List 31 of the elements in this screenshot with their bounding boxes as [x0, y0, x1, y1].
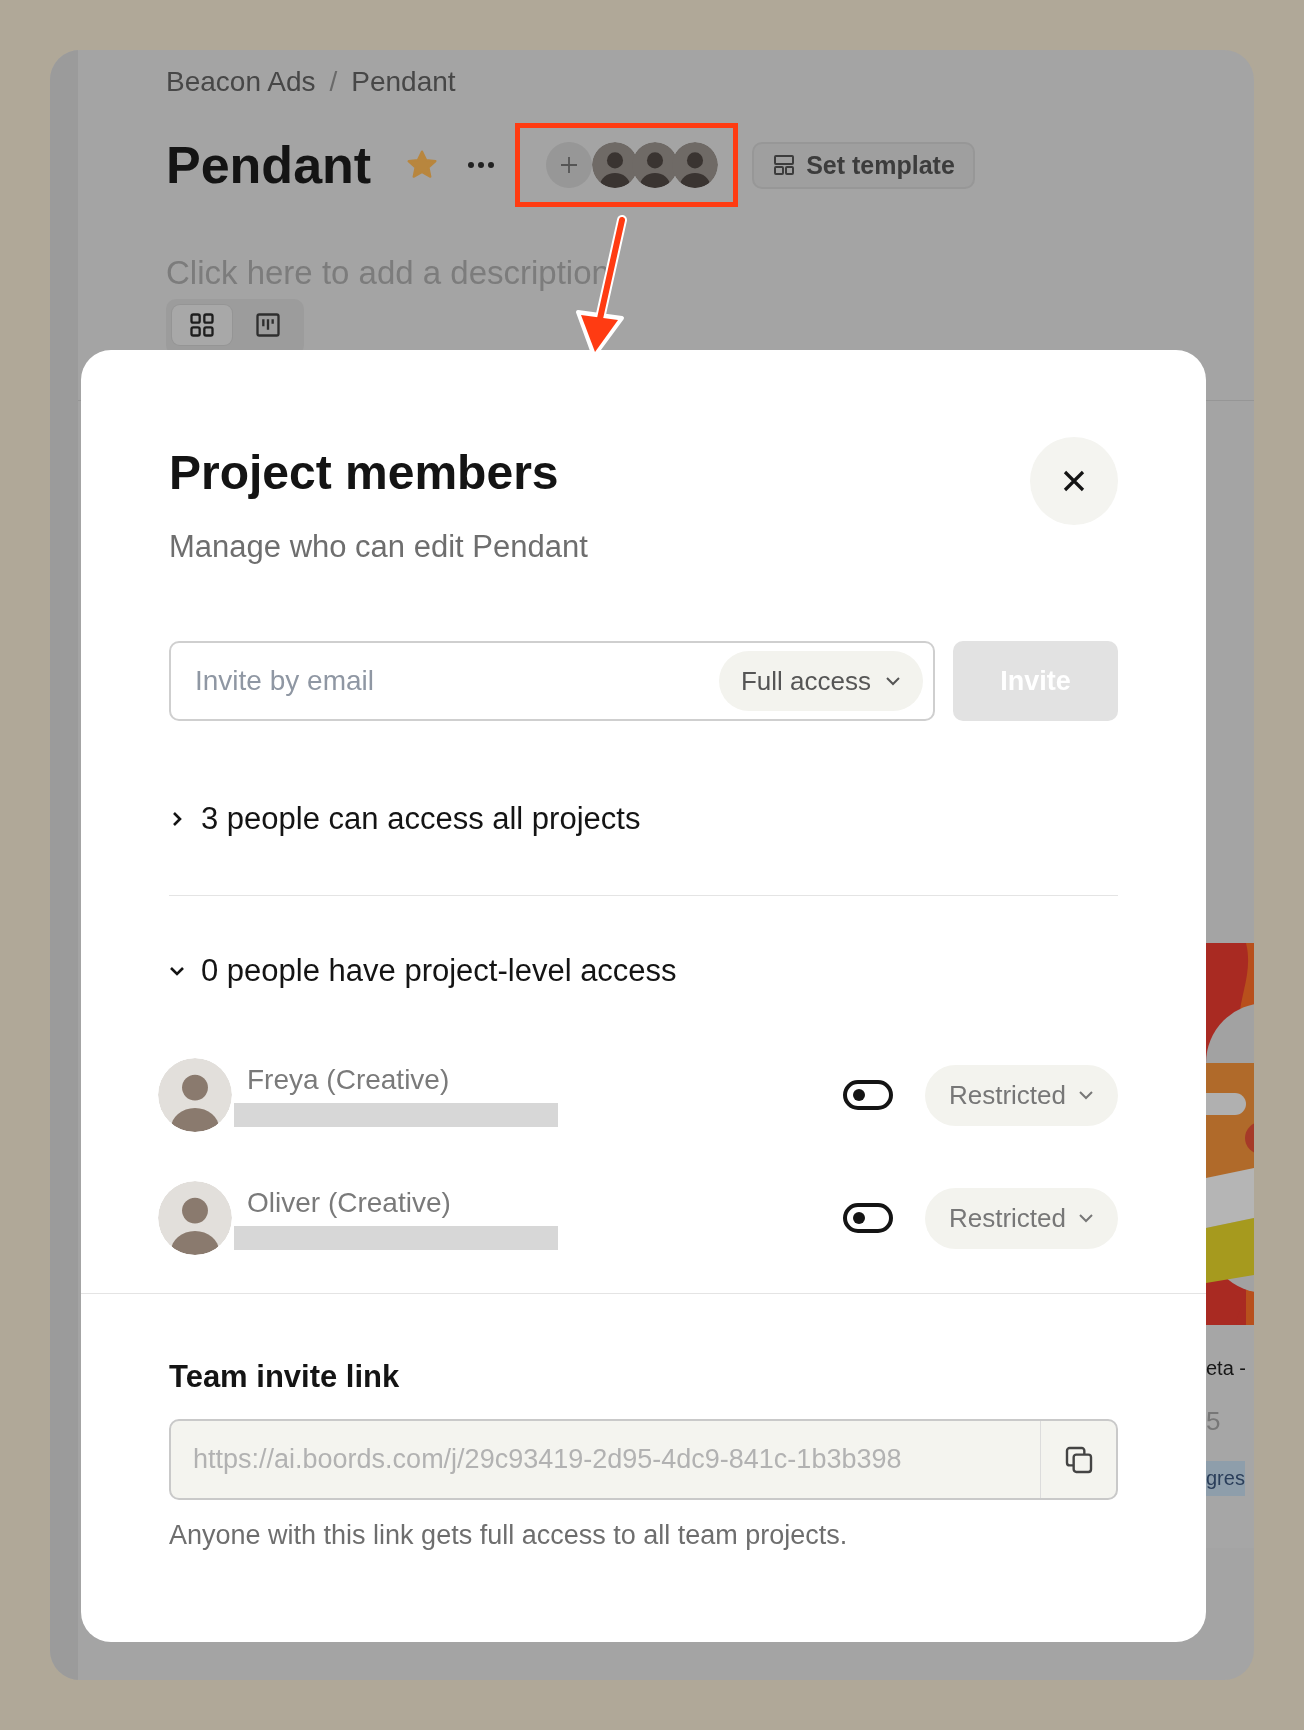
modal-title: Project members — [169, 445, 559, 501]
access-dropdown[interactable]: Restricted — [924, 1064, 1118, 1126]
more-icon[interactable] — [467, 161, 496, 169]
modal-subtitle: Manage who can edit Pendant — [169, 528, 589, 566]
breadcrumb-link[interactable]: Pendant — [351, 64, 456, 100]
breadcrumb-separator: / — [329, 65, 338, 99]
set-template-button[interactable]: Set template — [752, 141, 975, 189]
plus-icon — [559, 155, 580, 175]
toggle-switch[interactable] — [842, 1080, 893, 1110]
chevron-down-icon — [1078, 1090, 1094, 1100]
member-name: Oliver (Creative) — [247, 1186, 452, 1220]
chevron-down-icon — [885, 676, 901, 686]
breadcrumb-link[interactable]: Beacon Ads — [166, 64, 316, 100]
card-title: eta - — [1206, 1357, 1247, 1380]
member-name: Freya (Creative) — [247, 1063, 451, 1097]
grid-icon — [188, 311, 216, 339]
close-icon — [1062, 469, 1086, 493]
section-toggle[interactable]: 3 people can access all projects — [169, 794, 641, 844]
help-text: Anyone with this link gets full access to all team projects. — [169, 1519, 849, 1552]
status-badge: gres — [1206, 1461, 1245, 1496]
section-toggle[interactable]: 0 people have project-level access — [169, 946, 677, 996]
layout-icon — [772, 153, 797, 177]
avatar[interactable] — [672, 142, 719, 188]
toggle-switch[interactable] — [842, 1203, 893, 1233]
chevron-down-icon — [1078, 1213, 1094, 1223]
add-member-button[interactable] — [546, 142, 593, 188]
view-tab[interactable] — [172, 305, 232, 345]
project-title: Pendant — [166, 135, 372, 195]
access-dropdown[interactable]: Restricted — [924, 1187, 1118, 1249]
board-icon — [254, 311, 282, 339]
section-title: Team invite link — [169, 1358, 401, 1396]
